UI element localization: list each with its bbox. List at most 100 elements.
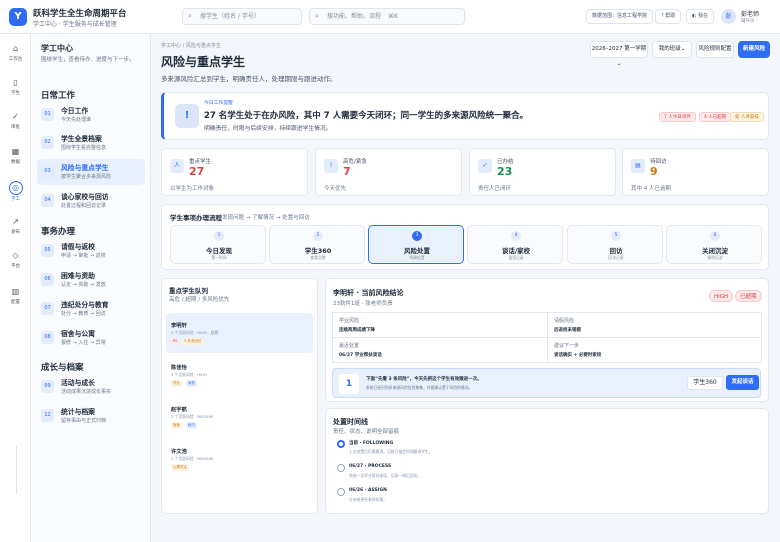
- shortcut-hint: ⌘K: [387, 13, 398, 20]
- level-badge: HIGH: [709, 290, 734, 302]
- user-name: 彭老师: [741, 11, 760, 18]
- rail-label: 学生: [11, 91, 20, 96]
- nav-item-discipline[interactable]: 07 违纪处分与教育 处分 → 教育 → 回访: [37, 296, 145, 322]
- risk-cell: 最近处置 06/27 学业帮扶谈话: [332, 337, 548, 363]
- stat-value: 9: [650, 165, 658, 178]
- risk-cell: 建议下一步 谈话确实 + 必要时家校: [547, 337, 762, 363]
- flow-step[interactable]: 2 学生360 查看全貌: [269, 225, 365, 264]
- student-queue-panel: 重点学生队列 高危 / 超期 / 多风险优先 李明轩 3 个活跃风险 · HIG…: [161, 278, 318, 514]
- stat-card-focus[interactable]: 人 重点学生 27 以学生为工作对象: [161, 148, 308, 196]
- queue-item[interactable]: 陈佳怡 2 个活跃风险 · HIGH 学业 家庭: [166, 355, 313, 395]
- nav-item-aid[interactable]: 06 困难与资助 认定 → 资助 → 发放: [37, 267, 145, 293]
- student360-button[interactable]: 学生360: [687, 376, 723, 390]
- avatar[interactable]: 彭: [721, 9, 736, 24]
- rail-item-publish[interactable]: ↗ 发布: [0, 217, 31, 235]
- new-risk-button[interactable]: 新建风险: [738, 41, 770, 58]
- risk-detail-panel: 李明轩 · 当前风险结论 23软件1班 · 张老师负责 HIGH 已超期 学业风…: [325, 278, 769, 402]
- alert-tag[interactable]: 7 人今日闭环: [659, 112, 696, 122]
- search-icon: ⌕: [188, 12, 192, 20]
- cell-label: 请假风险: [554, 318, 575, 324]
- theme-button[interactable]: ◐ 我在: [686, 9, 714, 24]
- student-search-input[interactable]: ⌕ 搜学生（姓名 / 学号）: [182, 8, 302, 25]
- alert-banner: ! 今日工作提醒 27 名学生处于在办风险，其中 7 人需要今天闭环；同一学生的…: [161, 92, 769, 140]
- diamond-icon: ◇: [12, 251, 19, 260]
- alert-kicker: 今日工作提醒: [204, 101, 233, 106]
- scope-selector[interactable]: 数据范围：信息工程学院: [586, 9, 654, 24]
- timeline-item-desc: 分派给责任老师处理。: [349, 497, 387, 502]
- nav-item-talk[interactable]: 04 谈心家校与回访 处置过程和回访记录: [37, 188, 145, 214]
- risk-rules-button[interactable]: 风险规则配置: [696, 41, 734, 58]
- queue-item[interactable]: 李明轩 3 个活跃风险 · HIGH · 超期 P0 5 天未回访: [166, 313, 313, 353]
- stat-card-urgent[interactable]: ! 高危/紧急 7 今天优先: [315, 148, 462, 196]
- rail-item-data[interactable]: ▦ 数据: [0, 147, 31, 165]
- step-sub: 明确处置: [409, 255, 425, 260]
- start-talk-button[interactable]: 发起谈话: [726, 375, 759, 390]
- student-icon: ▯: [13, 78, 18, 87]
- rail-item-student[interactable]: ▯ 学生: [0, 78, 31, 96]
- flow-step[interactable]: 3 风险处置 明确处置: [368, 225, 464, 264]
- term-select[interactable]: 2026–2027 第一学期⌄: [590, 41, 648, 67]
- stat-card-followup[interactable]: ▤ 待回访 9 其中 4 人已逾期: [622, 148, 769, 196]
- flow-step[interactable]: 6 关闭沉淀 案例沉淀: [666, 225, 762, 264]
- rail-item-approval[interactable]: ✓ 审批: [0, 112, 31, 130]
- step-num: 1: [214, 231, 224, 241]
- queue-meta: 3 个活跃风险 · HIGH · 超期: [171, 330, 219, 335]
- rail-item-platform[interactable]: ◇ 平台: [0, 251, 31, 269]
- detail-title: 李明轩 · 当前风险结论: [333, 289, 404, 297]
- nav-num: 08: [41, 331, 54, 344]
- nav-desc: 报修 → 入住 → 异常: [61, 340, 106, 346]
- stat-value: 27: [189, 165, 205, 178]
- timeline-dot: [337, 488, 345, 496]
- nav-desc: 处分 → 教育 → 回访: [61, 311, 106, 317]
- queue-item[interactable]: 许文浩 1 个活跃风险 · MEDIUM 心理关注: [166, 439, 313, 479]
- rail-item-student-affairs[interactable]: ◎ 学工: [0, 181, 31, 202]
- help-button[interactable]: ? 帮助: [655, 9, 682, 24]
- rail-item-config[interactable]: ▥ 配置: [0, 287, 31, 305]
- nav-title: 宿舍与公寓: [61, 330, 95, 338]
- nav-desc: 留存事由与正式归档: [61, 418, 107, 424]
- alert-desc: 明确责任、时限与后续安排，持续跟进学生情况。: [204, 126, 332, 132]
- flow-step[interactable]: 4 谈话/家校 谈话记录: [467, 225, 563, 264]
- check-icon: ✓: [478, 159, 492, 173]
- nav-item-dorm[interactable]: 08 宿舍与公寓报修 → 入住 → 异常: [37, 325, 145, 351]
- nav-desc: 申请 → 审批 → 返校: [61, 253, 106, 259]
- queue-meta: 2 个活跃风险 · HIGH: [171, 372, 207, 377]
- queue-badge: P0: [171, 338, 180, 345]
- stat-desc: 责任人已闭环: [478, 186, 512, 192]
- nav-item-leave[interactable]: 05 请假与返校 申请 → 审批 → 返校: [37, 238, 145, 264]
- nav-desc: 活动成果沉淀成长事实: [61, 389, 112, 395]
- breadcrumb[interactable]: 学工中心 / 风险与重点学生: [161, 42, 221, 49]
- rail-item-home[interactable]: ⌂ 工作台: [0, 44, 31, 62]
- detail-subtitle: 23软件1班 · 张老师负责: [333, 301, 393, 307]
- flow-step[interactable]: 5 回访 回访记录: [567, 225, 663, 264]
- alert-tag[interactable]: 处 人待安排: [730, 112, 764, 122]
- step-num: 5: [611, 231, 621, 241]
- nav-item-activity[interactable]: 09 活动与成长 活动成果沉淀成长事实: [37, 374, 145, 400]
- action-num: 1: [339, 374, 359, 394]
- rail-label: 配置: [11, 300, 20, 305]
- step-sub: 查看全貌: [310, 255, 326, 260]
- nav-title: 学生全景档案: [61, 135, 102, 143]
- nav-item-risk[interactable]: 03 风险与重点学生 按学生聚合多来源风险: [37, 159, 145, 185]
- queue-badge: 心理关注: [171, 464, 189, 471]
- stat-card-closed[interactable]: ✓ 已办结 23 责任人已闭环: [469, 148, 616, 196]
- command-search-input[interactable]: ⌕ 搜功能、帮助、流程 ⌘K: [309, 8, 465, 25]
- queue-badge: 家庭: [186, 380, 197, 387]
- alert-icon: !: [175, 104, 199, 128]
- nav-item-today[interactable]: 01 今日工作 今天先处理谁: [37, 102, 145, 128]
- section-title: 事务办理: [41, 227, 76, 237]
- step-num: 6: [710, 231, 720, 241]
- flow-step[interactable]: 1 今日发现 第一时间: [170, 225, 266, 264]
- app-logo[interactable]: Y: [9, 8, 27, 26]
- cell-value: 谈话确实 + 必要时家校: [554, 353, 602, 358]
- class-select[interactable]: 我的班级⌄: [652, 41, 692, 58]
- nav-num: 01: [41, 108, 54, 121]
- nav-desc: 今天先处理谁: [61, 117, 92, 123]
- nav-item-archive[interactable]: 12 统计与档案 留存事由与正式归档: [37, 403, 145, 429]
- rail-label: 审批: [11, 125, 20, 130]
- action-desc: 系统已经识别多来源风险信息聚集，并要确认置于风险的情况。: [366, 385, 473, 390]
- section-title: 日常工作: [41, 91, 76, 101]
- nav-item-profile[interactable]: 02 学生全景档案 围绕学生看完整信息: [37, 130, 145, 156]
- alert-tag[interactable]: 4 人已超期: [699, 112, 732, 122]
- queue-item[interactable]: 赵宇航 2 个活跃风险 · MEDIUM 宿舍 经济: [166, 397, 313, 437]
